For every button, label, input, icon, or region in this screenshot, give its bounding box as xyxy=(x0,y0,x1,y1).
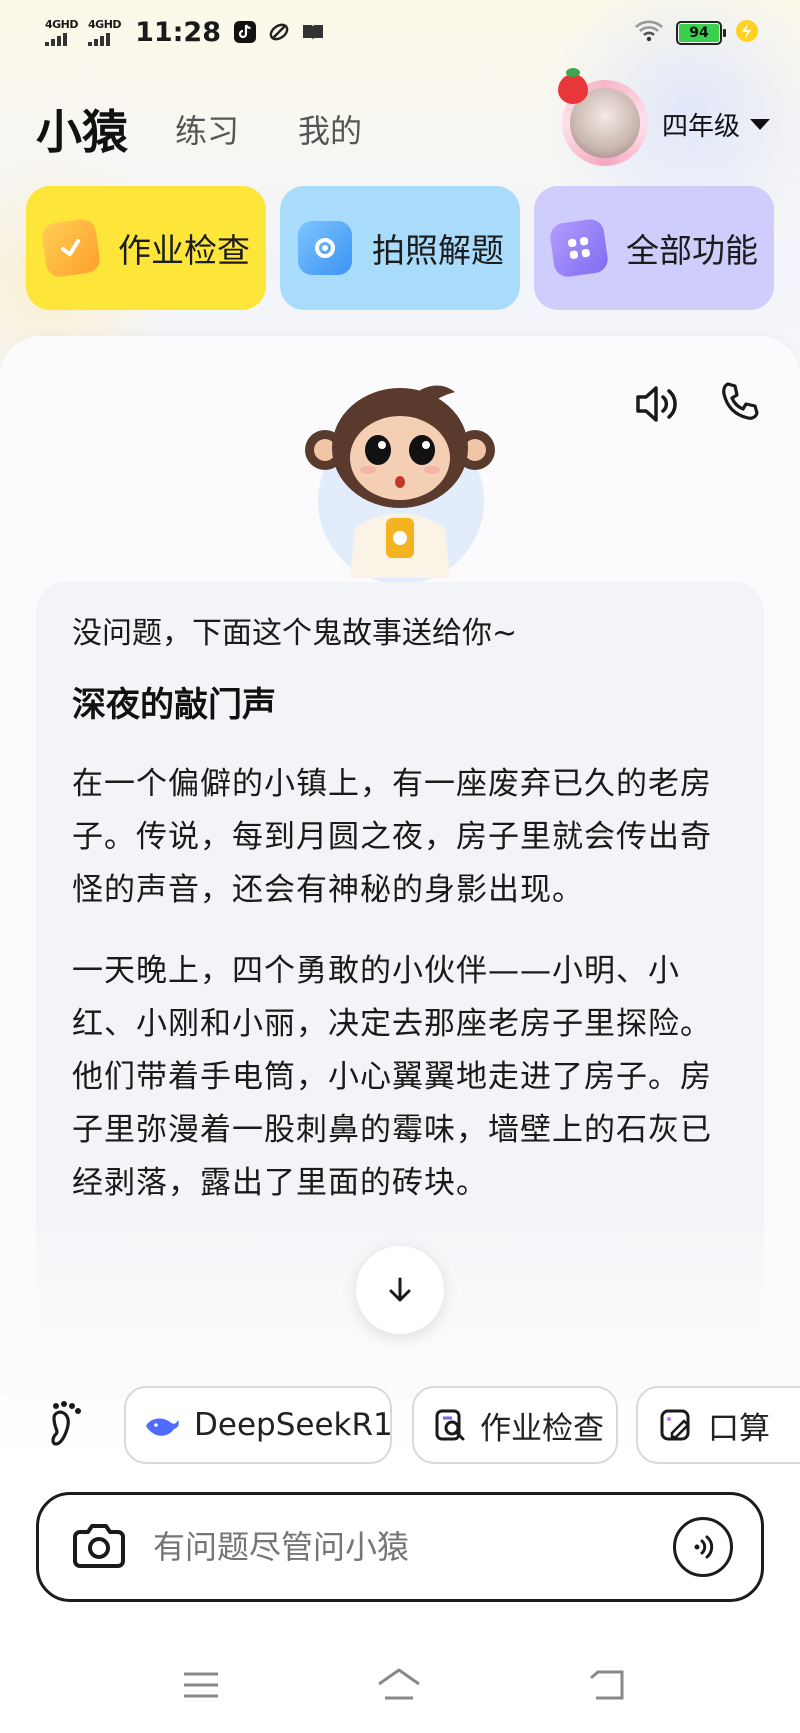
story-paragraph-1: 在一个偏僻的小镇上，有一座废弃已久的老房子。传说，每到月圆之夜，房子里就会传出奇… xyxy=(72,766,712,908)
battery-level: 94 xyxy=(679,24,719,42)
footprint-icon[interactable] xyxy=(40,1396,96,1452)
status-bar: 4GHD 4GHD 11:28 94 xyxy=(0,0,800,64)
all-features-label: 全部功能 xyxy=(626,231,758,270)
voice-input-button[interactable] xyxy=(673,1517,733,1577)
link-app-icon xyxy=(267,20,291,44)
story-title: 深夜的敲门声 xyxy=(72,685,276,725)
check-icon xyxy=(40,217,102,279)
menu-icon[interactable] xyxy=(176,1660,226,1710)
phone-icon[interactable] xyxy=(718,380,762,424)
doc-search-icon xyxy=(432,1405,468,1445)
charging-icon xyxy=(734,18,760,48)
quick-chips-row: DeepSeekR1 作业检查 口算 xyxy=(0,1382,800,1466)
whale-icon xyxy=(144,1405,182,1445)
signal-indicator-2: 4GHD xyxy=(88,17,122,46)
tab-mine[interactable]: 我的 xyxy=(298,106,362,152)
battery-indicator: 94 xyxy=(676,21,726,45)
tab-practice[interactable]: 练习 xyxy=(175,106,239,152)
network-type-label: 4GHD xyxy=(45,17,79,31)
chip-mental-math-label: 口算 xyxy=(708,1410,770,1447)
grade-selector[interactable]: 四年级 xyxy=(662,106,771,143)
scroll-to-bottom-button[interactable] xyxy=(356,1246,444,1334)
signal-icon xyxy=(88,32,111,46)
chat-input-bar xyxy=(36,1492,764,1602)
story-paragraph-2: 一天晚上，四个勇敢的小伙伴——小明、小红、小刚和小丽，决定去那座老房子里探险。他… xyxy=(72,953,712,1201)
speaker-icon[interactable] xyxy=(630,378,682,430)
grid-icon xyxy=(548,217,610,279)
home-icon[interactable] xyxy=(374,1660,424,1710)
grade-label: 四年级 xyxy=(662,112,741,142)
chip-mental-math[interactable]: 口算 xyxy=(636,1386,800,1464)
chip-homework-check[interactable]: 作业检查 xyxy=(412,1386,618,1464)
voice-wave-icon xyxy=(694,1535,714,1559)
camera-icon xyxy=(298,221,352,275)
homework-check-label: 作业检查 xyxy=(118,231,250,270)
mascot-avatar xyxy=(300,378,500,584)
chip-deepseek[interactable]: DeepSeekR1 xyxy=(124,1386,393,1464)
homework-check-card[interactable]: 作业检查 xyxy=(26,186,266,310)
chat-input[interactable] xyxy=(153,1528,673,1566)
chip-deepseek-label: DeepSeekR1 xyxy=(194,1407,393,1443)
signal-icon xyxy=(45,32,67,46)
network-type-label: 4GHD xyxy=(88,17,122,31)
arrow-down-icon xyxy=(389,1277,411,1302)
back-icon[interactable] xyxy=(584,1660,634,1710)
chip-homework-check-label: 作业检查 xyxy=(480,1410,604,1447)
app-brand-title[interactable]: 小猿 xyxy=(36,96,128,162)
strawberry-icon xyxy=(558,68,588,104)
avatar[interactable] xyxy=(558,68,648,166)
clock: 11:28 xyxy=(135,16,222,48)
wifi-icon xyxy=(634,19,664,47)
pencil-card-icon xyxy=(656,1405,696,1445)
photo-solve-label: 拍照解题 xyxy=(372,231,504,270)
camera-icon[interactable] xyxy=(67,1515,131,1579)
all-features-card[interactable]: 全部功能 xyxy=(534,186,774,310)
system-navigation-bar xyxy=(0,1650,800,1720)
tiktok-icon xyxy=(233,20,257,44)
message-intro: 没问题，下面这个鬼故事送给你~ xyxy=(72,616,518,651)
photo-solve-card[interactable]: 拍照解题 xyxy=(280,186,520,310)
caret-down-icon xyxy=(750,119,771,130)
app-header: 小猿 练习 我的 四年级 xyxy=(0,68,800,180)
book-icon xyxy=(301,20,325,44)
signal-indicator-1: 4GHD xyxy=(45,17,79,46)
